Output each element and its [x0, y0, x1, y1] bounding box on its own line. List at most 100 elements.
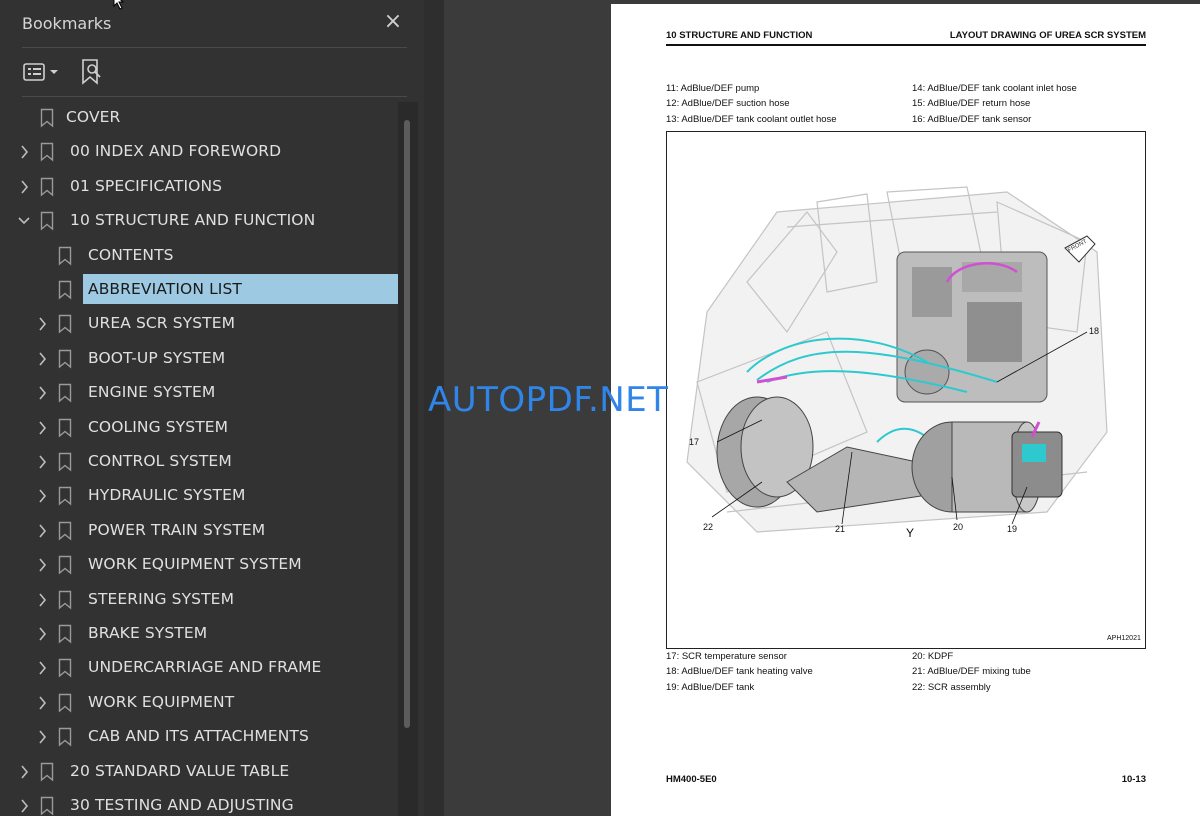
chevron-right-icon[interactable]	[35, 419, 49, 437]
chevron-right-icon[interactable]	[35, 659, 49, 677]
bookmark-icon	[58, 486, 72, 506]
chevron-right-icon[interactable]	[35, 384, 49, 402]
bookmark-icon	[40, 177, 54, 197]
bookmark-item[interactable]: UREA SCR SYSTEM	[0, 308, 398, 340]
find-bookmark-button[interactable]	[80, 58, 104, 86]
bookmark-label: WORK EQUIPMENT	[88, 692, 235, 711]
callout-label: 21	[835, 524, 845, 534]
bookmark-icon	[58, 521, 72, 541]
chevron-right-icon[interactable]	[35, 315, 49, 333]
legend-item: 14: AdBlue/DEF tank coolant inlet hose	[912, 83, 1077, 94]
page-header-right: LAYOUT DRAWING OF UREA SCR SYSTEM	[949, 30, 1146, 41]
bookmark-icon	[58, 418, 72, 438]
legend-item: 19: AdBlue/DEF tank	[666, 682, 755, 693]
callout-label: 22	[703, 522, 713, 532]
page-number: 10-13	[1121, 774, 1146, 785]
bookmark-item[interactable]: POWER TRAIN SYSTEM	[0, 515, 398, 547]
figure-code: APH12021	[1107, 635, 1141, 642]
chevron-right-icon[interactable]	[35, 556, 49, 574]
bookmark-tree: COVER 00 INDEX AND FOREWORD 01 SPECIFICATI…	[0, 102, 398, 816]
bookmark-options-button[interactable]	[22, 60, 62, 84]
callout-label: 18	[1089, 326, 1099, 336]
bookmark-scrollbar[interactable]	[398, 102, 418, 816]
list-options-icon	[23, 63, 58, 81]
chevron-right-icon[interactable]	[17, 763, 31, 781]
bookmark-icon	[58, 658, 72, 678]
bookmark-item[interactable]: STEERING SYSTEM	[0, 584, 398, 616]
legend-item: 21: AdBlue/DEF mixing tube	[912, 666, 1031, 677]
chevron-right-icon[interactable]	[35, 350, 49, 368]
chevron-down-icon[interactable]	[17, 212, 31, 230]
chevron-right-icon[interactable]	[17, 178, 31, 196]
bookmark-item[interactable]: ABBREVIATION LIST	[0, 274, 398, 306]
callout-label: 19	[1007, 524, 1017, 534]
callout-label: 17	[689, 437, 699, 447]
bookmark-label: UNDERCARRIAGE AND FRAME	[88, 658, 322, 677]
toolbar-divider	[22, 96, 407, 97]
chevron-right-icon[interactable]	[35, 625, 49, 643]
chevron-right-icon[interactable]	[35, 694, 49, 712]
chevron-right-icon[interactable]	[35, 591, 49, 609]
engine-block	[896, 251, 1048, 403]
bookmark-icon	[58, 349, 72, 369]
bookmark-label: ABBREVIATION LIST	[88, 280, 242, 298]
bookmark-item[interactable]: CONTROL SYSTEM	[0, 446, 398, 478]
bookmark-item[interactable]: COOLING SYSTEM	[0, 412, 398, 444]
scrollbar-thumb[interactable]	[404, 120, 410, 728]
page-header-left: 10 STRUCTURE AND FUNCTION	[666, 30, 813, 41]
bookmark-label: 20 STANDARD VALUE TABLE	[70, 761, 290, 780]
bookmark-item[interactable]: 01 SPECIFICATIONS	[0, 171, 398, 203]
callout-label: 20	[953, 522, 963, 532]
scr-system-drawing: FRONT 17 18 19 20 21 22 Y APH12021	[686, 186, 1141, 642]
bookmark-item[interactable]: CONTENTS	[0, 240, 398, 272]
bookmark-item[interactable]: COVER	[0, 102, 398, 134]
bookmark-label: 10 STRUCTURE AND FUNCTION	[70, 211, 316, 230]
bookmark-item[interactable]: WORK EQUIPMENT SYSTEM	[0, 549, 398, 581]
chevron-right-icon[interactable]	[17, 797, 31, 815]
bookmark-label: 01 SPECIFICATIONS	[70, 176, 223, 195]
def-tank	[1011, 421, 1063, 498]
bookmark-icon	[58, 693, 72, 713]
panel-title: Bookmarks	[22, 14, 112, 33]
bookmark-icon	[58, 246, 72, 266]
chevron-right-icon[interactable]	[35, 522, 49, 540]
legend-item: 15: AdBlue/DEF return hose	[912, 98, 1031, 109]
bookmark-item[interactable]: WORK EQUIPMENT	[0, 687, 398, 719]
bookmark-label: COOLING SYSTEM	[88, 417, 229, 436]
bookmark-icon	[40, 762, 54, 782]
bookmark-icon	[40, 211, 54, 231]
legend-item: 12: AdBlue/DEF suction hose	[666, 98, 790, 109]
bookmark-icon	[40, 796, 54, 816]
bookmark-item[interactable]: 20 STANDARD VALUE TABLE	[0, 756, 398, 788]
bookmark-icon	[58, 280, 72, 300]
mouse-cursor-icon	[113, 0, 125, 10]
bookmark-item[interactable]: 30 TESTING AND ADJUSTING	[0, 790, 398, 816]
close-button[interactable]: ×	[381, 10, 405, 34]
bookmark-item[interactable]: CAB AND ITS ATTACHMENTS	[0, 721, 398, 753]
bookmark-label: CONTENTS	[88, 245, 174, 264]
bookmark-item[interactable]: UNDERCARRIAGE AND FRAME	[0, 652, 398, 684]
bookmark-label: UREA SCR SYSTEM	[88, 314, 236, 333]
page-footer-left: HM400-5E0	[666, 774, 717, 785]
bookmark-item[interactable]: HYDRAULIC SYSTEM	[0, 480, 398, 512]
legend-item: 11: AdBlue/DEF pump	[666, 83, 760, 94]
bookmark-item[interactable]: BOOT-UP SYSTEM	[0, 343, 398, 375]
bookmark-item[interactable]: 10 STRUCTURE AND FUNCTION	[0, 205, 398, 237]
chevron-right-icon[interactable]	[35, 453, 49, 471]
bookmark-icon	[58, 590, 72, 610]
bookmark-label: 00 INDEX AND FOREWORD	[70, 142, 282, 161]
watermark-text: AUTOPDF.NET	[428, 380, 669, 420]
legend-item: 20: KDPF	[912, 651, 954, 662]
legend-item: 16: AdBlue/DEF tank sensor	[912, 114, 1032, 125]
bookmark-label: POWER TRAIN SYSTEM	[88, 520, 266, 539]
bookmark-item[interactable]: ENGINE SYSTEM	[0, 377, 398, 409]
chevron-right-icon[interactable]	[35, 728, 49, 746]
bookmark-item[interactable]: 00 INDEX AND FOREWORD	[0, 136, 398, 168]
bookmark-label: STEERING SYSTEM	[88, 589, 235, 608]
document-page: 10 STRUCTURE AND FUNCTION LAYOUT DRAWING…	[611, 4, 1200, 816]
bookmark-item[interactable]: BRAKE SYSTEM	[0, 618, 398, 650]
chevron-right-icon[interactable]	[35, 487, 49, 505]
bookmark-icon	[40, 142, 54, 162]
chevron-right-icon[interactable]	[17, 143, 31, 161]
legend-item: 18: AdBlue/DEF tank heating valve	[666, 666, 813, 677]
